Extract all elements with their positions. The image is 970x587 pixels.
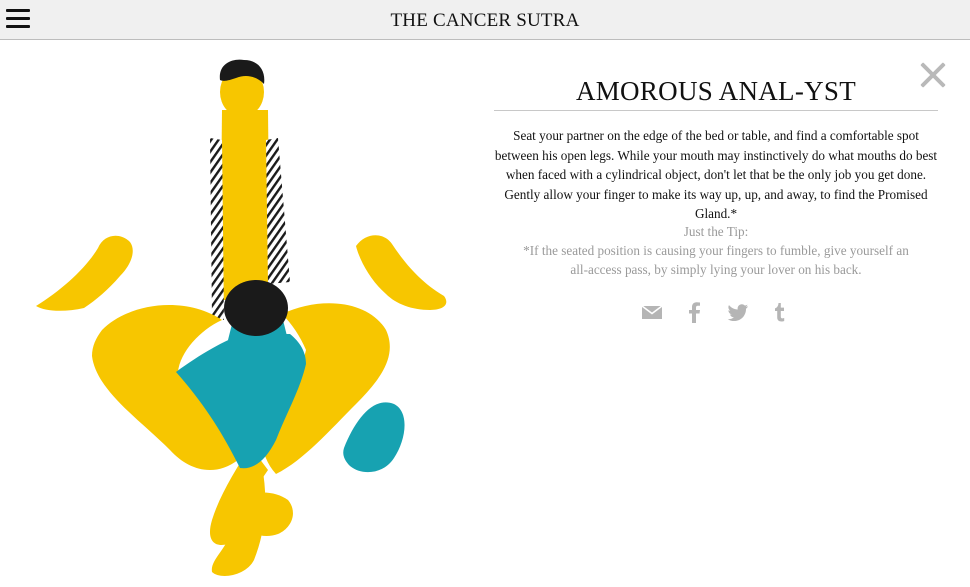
email-icon <box>641 305 663 319</box>
facebook-share-button[interactable] <box>686 300 702 324</box>
tumblr-share-button[interactable] <box>772 300 786 324</box>
illustration-figures <box>36 59 447 576</box>
site-title[interactable]: THE CANCER SUTRA <box>0 10 970 32</box>
top-bar: THE CANCER SUTRA <box>0 0 970 40</box>
email-share-button[interactable] <box>641 300 663 324</box>
position-description: Seat your partner on the edge of the bed… <box>494 128 938 221</box>
twitter-icon <box>727 304 748 321</box>
title-divider <box>494 110 938 111</box>
position-title: AMOROUS ANAL-YST <box>575 76 857 106</box>
tip-heading: Just the Tip: <box>683 224 749 239</box>
facebook-icon <box>689 302 700 323</box>
tip-body: *If the seated position is causing your … <box>523 243 909 277</box>
twitter-share-button[interactable] <box>726 300 750 324</box>
tumblr-icon <box>775 303 785 322</box>
